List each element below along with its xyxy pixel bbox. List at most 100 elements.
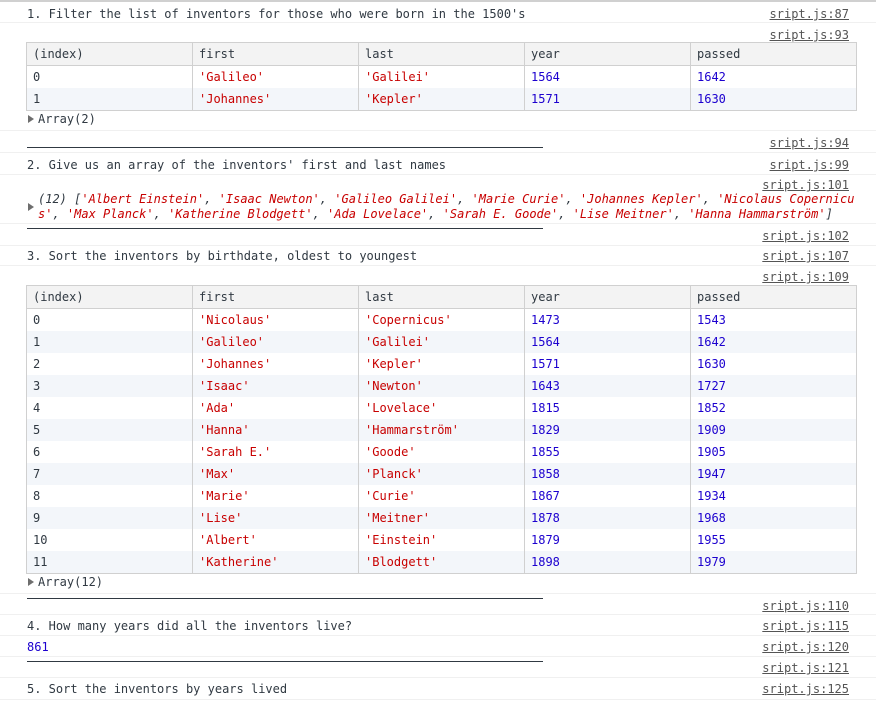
separator-line <box>27 661 543 662</box>
table-cell: 1934 <box>690 485 857 507</box>
expand-triangle-icon[interactable] <box>28 578 34 586</box>
array-item: 'Max Planck' <box>66 207 154 221</box>
expand-triangle-icon[interactable] <box>28 115 34 123</box>
table-cell: 1727 <box>690 375 857 397</box>
table-header-cell[interactable]: first <box>192 42 359 66</box>
console-log-row: 861 sript.js:120 <box>0 636 876 657</box>
console-log-row: sript.js:110 <box>0 594 876 615</box>
table-cell: 1909 <box>690 419 857 441</box>
table-header-cell[interactable]: last <box>358 42 525 66</box>
source-link[interactable]: sript.js:99 <box>770 158 849 173</box>
table-cell: 0 <box>26 308 193 331</box>
source-link[interactable]: sript.js:94 <box>770 136 849 151</box>
source-link[interactable]: sript.js:101 <box>762 178 849 193</box>
table-cell: 'Nicolaus' <box>192 308 359 331</box>
source-link[interactable]: sript.js:120 <box>762 640 849 655</box>
table-row: 8 'Marie' 'Curie' 1867 1934 <box>26 485 857 507</box>
table-cell: 1630 <box>690 353 857 375</box>
table-cell: 1630 <box>690 88 857 111</box>
table-cell: 'Newton' <box>358 375 525 397</box>
table-cell: 1 <box>26 88 193 111</box>
table-row: 7 'Max' 'Planck' 1858 1947 <box>26 463 857 485</box>
table-cell: 'Meitner' <box>358 507 525 529</box>
console-log-row: sript.js:102 <box>0 224 876 246</box>
table-cell: 'Galileo' <box>192 331 359 353</box>
table-row: 6 'Sarah E.' 'Goode' 1855 1905 <box>26 441 857 463</box>
table-cell: 'Sarah E.' <box>192 441 359 463</box>
console-log-row: 1. Filter the list of inventors for thos… <box>0 2 876 23</box>
table-cell: 1878 <box>524 507 691 529</box>
table-cell: 9 <box>26 507 193 529</box>
table-header-cell[interactable]: year <box>524 42 691 66</box>
table-header-cell[interactable]: passed <box>690 42 857 66</box>
table-row: 0 'Nicolaus' 'Copernicus' 1473 1543 <box>26 308 857 331</box>
names-array[interactable]: (12) ['Albert Einstein', 'Isaac Newton',… <box>38 192 858 222</box>
table-header-cell[interactable]: passed <box>690 285 857 309</box>
array-item: 'Isaac Newton' <box>218 192 320 206</box>
table-cell: 1643 <box>524 375 691 397</box>
source-link[interactable]: sript.js:109 <box>762 270 849 285</box>
table-row: 5 'Hanna' 'Hammarström' 1829 1909 <box>26 419 857 441</box>
table-cell: 'Planck' <box>358 463 525 485</box>
array-prefix: (12) [ <box>38 192 82 206</box>
console-log-row: 4. How many years did all the inventors … <box>0 615 876 636</box>
table-cell: 'Albert' <box>192 529 359 551</box>
console-table: (index) first last year passed 0 'Galileo' 'Ga… <box>26 42 857 111</box>
console-message: 2. Give us an array of the inventors' fi… <box>27 158 447 172</box>
source-link[interactable]: sript.js:93 <box>770 28 849 43</box>
table-header-row: (index) first last year passed <box>26 285 857 309</box>
source-link[interactable]: sript.js:121 <box>762 661 849 676</box>
table-cell: 'Copernicus' <box>358 308 525 331</box>
table-cell: 'Ada' <box>192 397 359 419</box>
table-cell: 6 <box>26 441 193 463</box>
table-cell: 2 <box>26 353 193 375</box>
table-row: 9 'Lise' 'Meitner' 1878 1968 <box>26 507 857 529</box>
table-cell: 1979 <box>690 551 857 574</box>
table-row: 1 'Galileo' 'Galilei' 1564 1642 <box>26 331 857 353</box>
array-summary[interactable]: Array(2) <box>38 112 96 127</box>
table-cell: 1571 <box>524 353 691 375</box>
source-link[interactable]: sript.js:115 <box>762 619 849 634</box>
source-link[interactable]: sript.js:110 <box>762 599 849 614</box>
table-cell: 'Katherine' <box>192 551 359 574</box>
table-cell: 1 <box>26 331 193 353</box>
table-cell: 'Johannes' <box>192 353 359 375</box>
separator-line <box>27 598 543 599</box>
console-message: 1. Filter the list of inventors for thos… <box>27 7 526 21</box>
table-cell: 1867 <box>524 485 691 507</box>
table-cell: 'Hammarström' <box>358 419 525 441</box>
array-item: 'Marie Curie' <box>471 192 566 206</box>
table-header-cell[interactable]: (index) <box>26 42 193 66</box>
table-cell: 11 <box>26 551 193 574</box>
array-item: 'Lise Meitner' <box>572 207 674 221</box>
table-header-row: (index) first last year passed <box>26 42 857 66</box>
table-header-cell[interactable]: first <box>192 285 359 309</box>
source-link[interactable]: sript.js:107 <box>762 249 849 264</box>
table-cell: 1858 <box>524 463 691 485</box>
array-summary[interactable]: Array(12) <box>38 575 103 590</box>
source-link[interactable]: sript.js:125 <box>762 682 849 697</box>
console-message: 4. How many years did all the inventors … <box>27 619 353 633</box>
console-log-row: 5. Sort the inventors by years lived sri… <box>0 678 876 700</box>
table-cell: 1955 <box>690 529 857 551</box>
table-cell: 'Lise' <box>192 507 359 529</box>
console-number-value: 861 <box>27 640 49 654</box>
table-cell: 1905 <box>690 441 857 463</box>
table-cell: 'Galileo' <box>192 65 359 88</box>
table-header-cell[interactable]: (index) <box>26 285 193 309</box>
console-table-row: sript.js:109 (index) first last year passed … <box>0 266 876 594</box>
table-cell: 1571 <box>524 88 691 111</box>
expand-triangle-icon[interactable] <box>28 203 34 211</box>
source-link[interactable]: sript.js:102 <box>762 229 849 244</box>
console-log-row: sript.js:101 (12) ['Albert Einstein', 'I… <box>0 175 876 224</box>
console-log-row: sript.js:121 <box>0 657 876 678</box>
table-cell: 0 <box>26 65 193 88</box>
table-header-cell[interactable]: year <box>524 285 691 309</box>
table-cell: 'Hanna' <box>192 419 359 441</box>
array-item: 'Johannes Kepler' <box>579 192 703 206</box>
array-item: 'Katherine Blodgett' <box>168 207 313 221</box>
table-cell: 1898 <box>524 551 691 574</box>
source-link[interactable]: sript.js:87 <box>770 7 849 22</box>
table-row: 11 'Katherine' 'Blodgett' 1898 1979 <box>26 551 857 574</box>
table-header-cell[interactable]: last <box>358 285 525 309</box>
